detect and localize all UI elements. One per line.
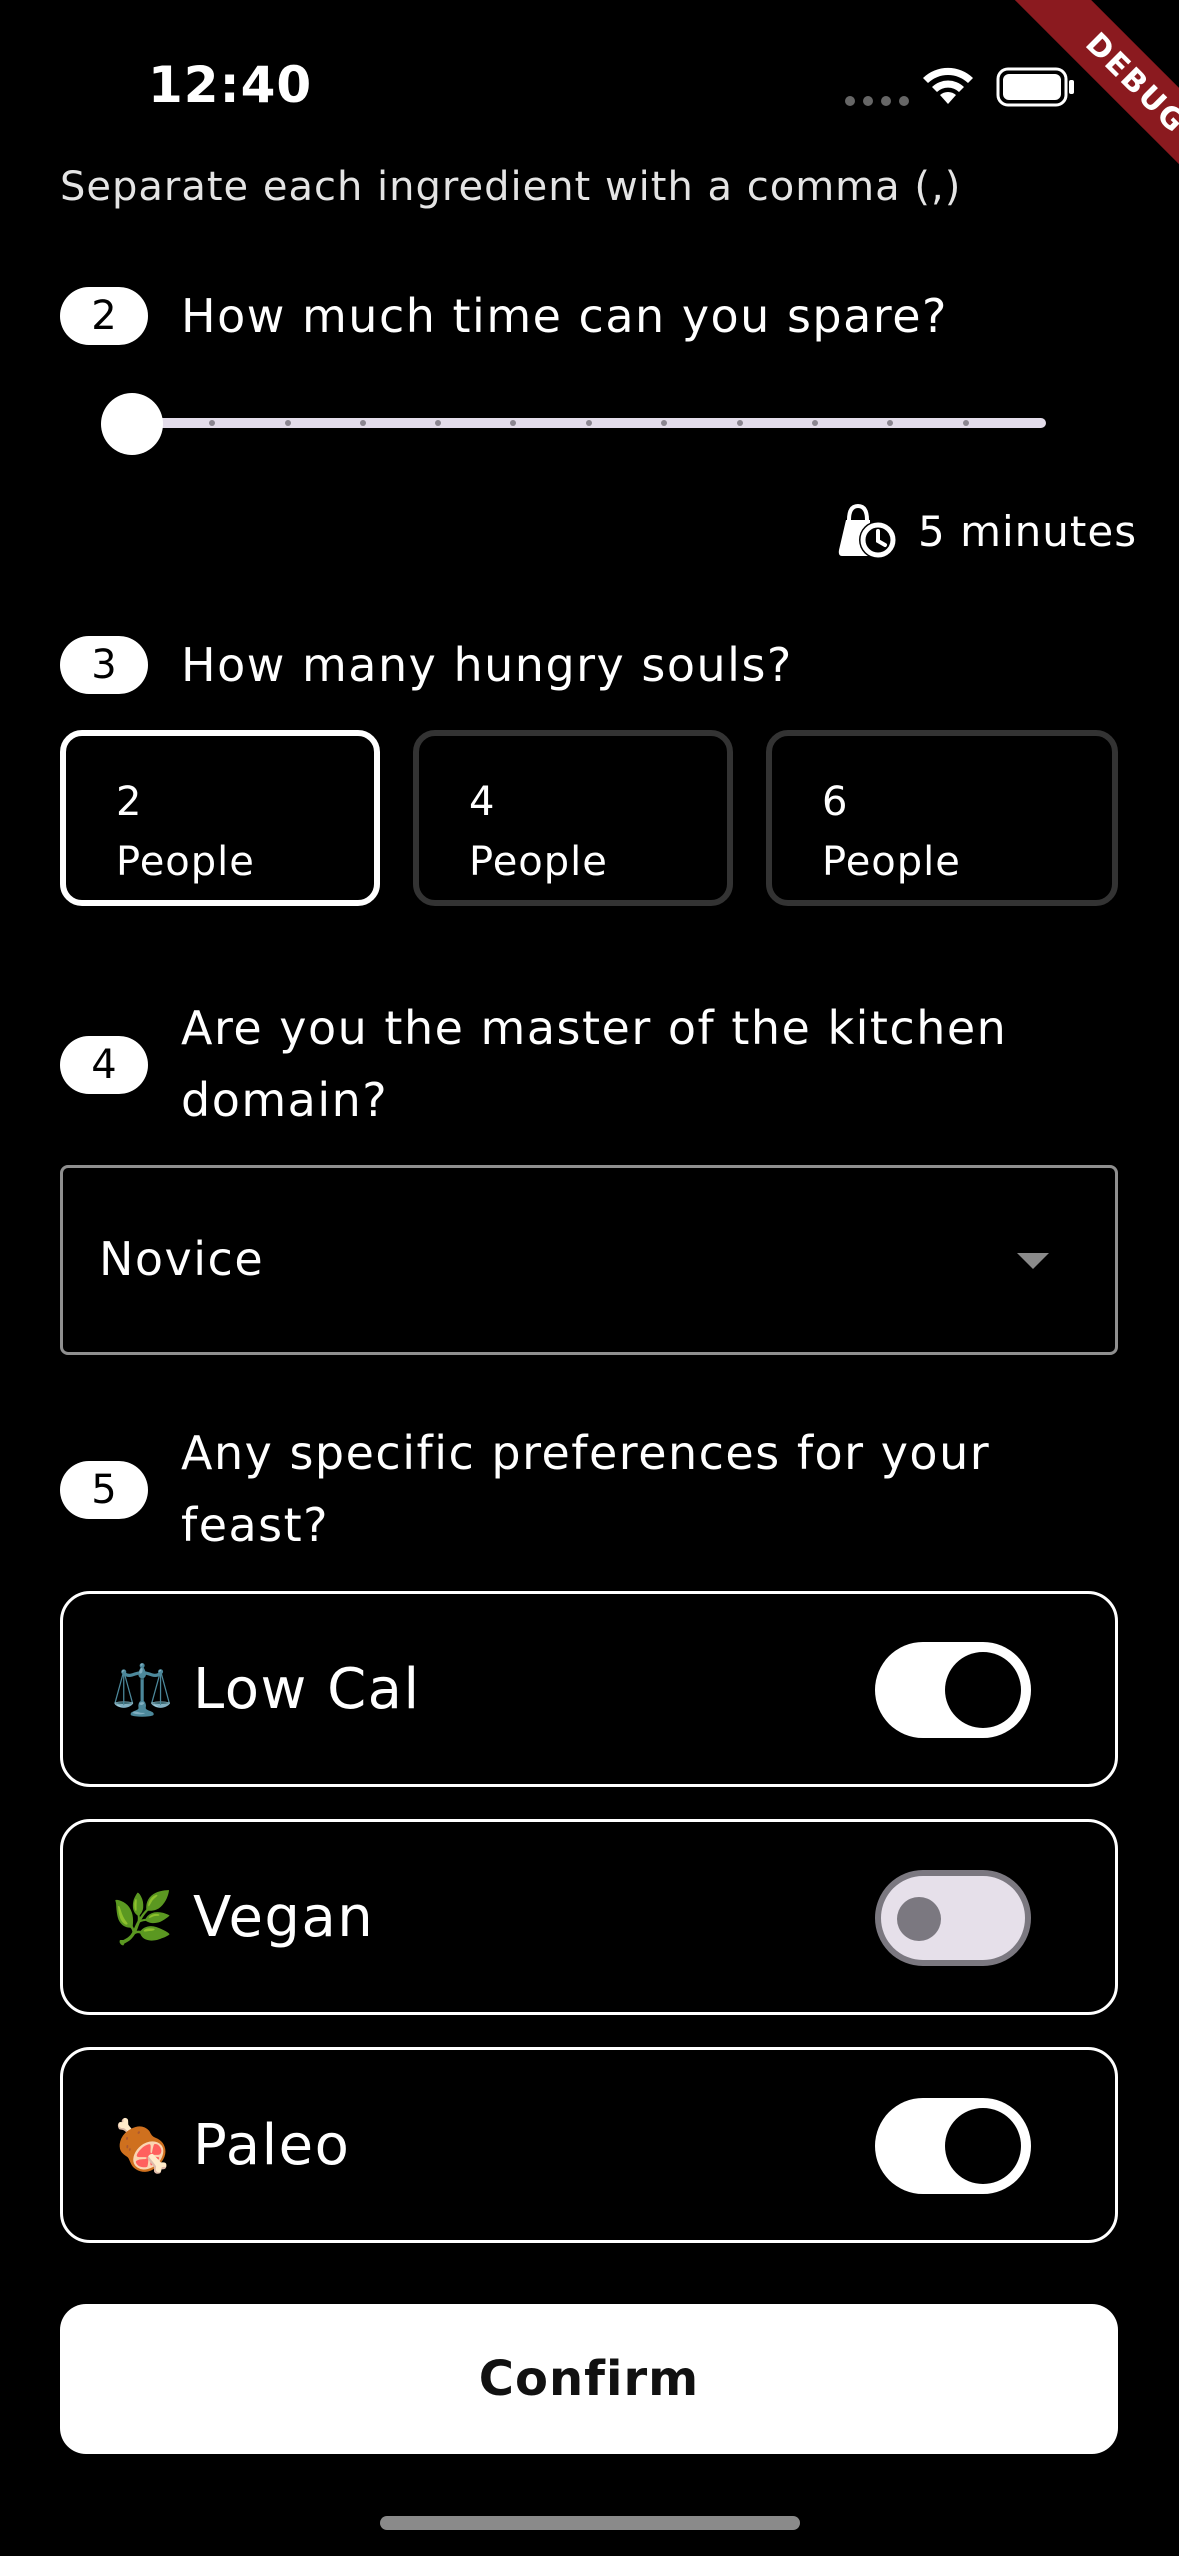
scale-icon: ⚖️ xyxy=(111,1661,174,1719)
slider-tick xyxy=(360,420,366,426)
pref-row-vegan[interactable]: 🌿 Vegan xyxy=(60,1819,1118,2015)
status-time: 12:40 xyxy=(148,56,313,114)
people-option-4[interactable]: 4 People xyxy=(413,730,733,906)
step-2-badge: 2 xyxy=(60,287,148,345)
prefs-step-title: Any specific preferences for your feast? xyxy=(181,1417,990,1561)
people-option-unit: People xyxy=(469,839,608,885)
skill-step-title: Are you the master of the kitchen domain… xyxy=(181,992,1007,1136)
time-slider-thumb[interactable] xyxy=(101,393,163,455)
slider-tick xyxy=(812,420,818,426)
slider-tick xyxy=(510,420,516,426)
time-step-title: How much time can you spare? xyxy=(181,289,948,343)
slider-tick xyxy=(963,420,969,426)
low-cal-toggle[interactable] xyxy=(875,1642,1031,1738)
people-step-title: How many hungry souls? xyxy=(181,638,793,692)
battery-icon xyxy=(996,67,1074,107)
skill-level-dropdown[interactable]: Novice xyxy=(60,1165,1118,1355)
slider-tick xyxy=(737,420,743,426)
skill-step-title-line2: domain? xyxy=(181,1073,389,1127)
people-option-count: 4 xyxy=(469,779,496,825)
people-option-count: 6 xyxy=(822,779,849,825)
wifi-icon xyxy=(923,67,973,104)
slider-tick xyxy=(661,420,667,426)
pref-label: Paleo xyxy=(193,2113,351,2178)
slider-tick xyxy=(209,420,215,426)
time-readout: 5 minutes xyxy=(836,500,1137,562)
caret-down-icon xyxy=(1017,1253,1049,1269)
pref-row-low-cal[interactable]: ⚖️ Low Cal xyxy=(60,1591,1118,1787)
meat-on-bone-icon: 🍖 xyxy=(111,2117,174,2175)
people-option-unit: People xyxy=(822,839,961,885)
skill-level-value: Novice xyxy=(99,1232,265,1286)
paleo-toggle[interactable] xyxy=(875,2098,1031,2194)
prefs-step-title-line2: feast? xyxy=(181,1498,330,1552)
slider-tick xyxy=(586,420,592,426)
people-option-6[interactable]: 6 People xyxy=(766,730,1118,906)
step-5-badge: 5 xyxy=(60,1461,148,1519)
toggle-knob xyxy=(945,2108,1021,2184)
skill-step-title-line1: Are you the master of the kitchen xyxy=(181,1001,1008,1055)
pref-row-paleo[interactable]: 🍖 Paleo xyxy=(60,2047,1118,2243)
people-option-count: 2 xyxy=(116,779,143,825)
confirm-button[interactable]: Confirm xyxy=(60,2304,1118,2454)
toggle-knob xyxy=(945,1652,1021,1728)
time-readout-label: 5 minutes xyxy=(918,506,1138,556)
vegan-toggle[interactable] xyxy=(875,1870,1031,1966)
people-option-unit: People xyxy=(116,839,255,885)
prefs-step-title-line1: Any specific preferences for your xyxy=(181,1426,991,1480)
slider-tick xyxy=(435,420,441,426)
herb-icon: 🌿 xyxy=(111,1889,174,1947)
pref-label: Vegan xyxy=(193,1885,375,1950)
toggle-knob xyxy=(897,1897,941,1941)
step-3-badge: 3 xyxy=(60,636,148,694)
home-indicator[interactable] xyxy=(380,2516,800,2530)
step-4-badge: 4 xyxy=(60,1036,148,1094)
people-option-2[interactable]: 2 People xyxy=(60,730,380,906)
ingredients-helper-text: Separate each ingredient with a comma (,… xyxy=(60,164,962,210)
cellular-signal-icon xyxy=(845,96,909,106)
timer-bag-icon xyxy=(838,503,897,559)
slider-tick xyxy=(285,420,291,426)
pref-label: Low Cal xyxy=(193,1657,421,1722)
slider-tick xyxy=(887,420,893,426)
